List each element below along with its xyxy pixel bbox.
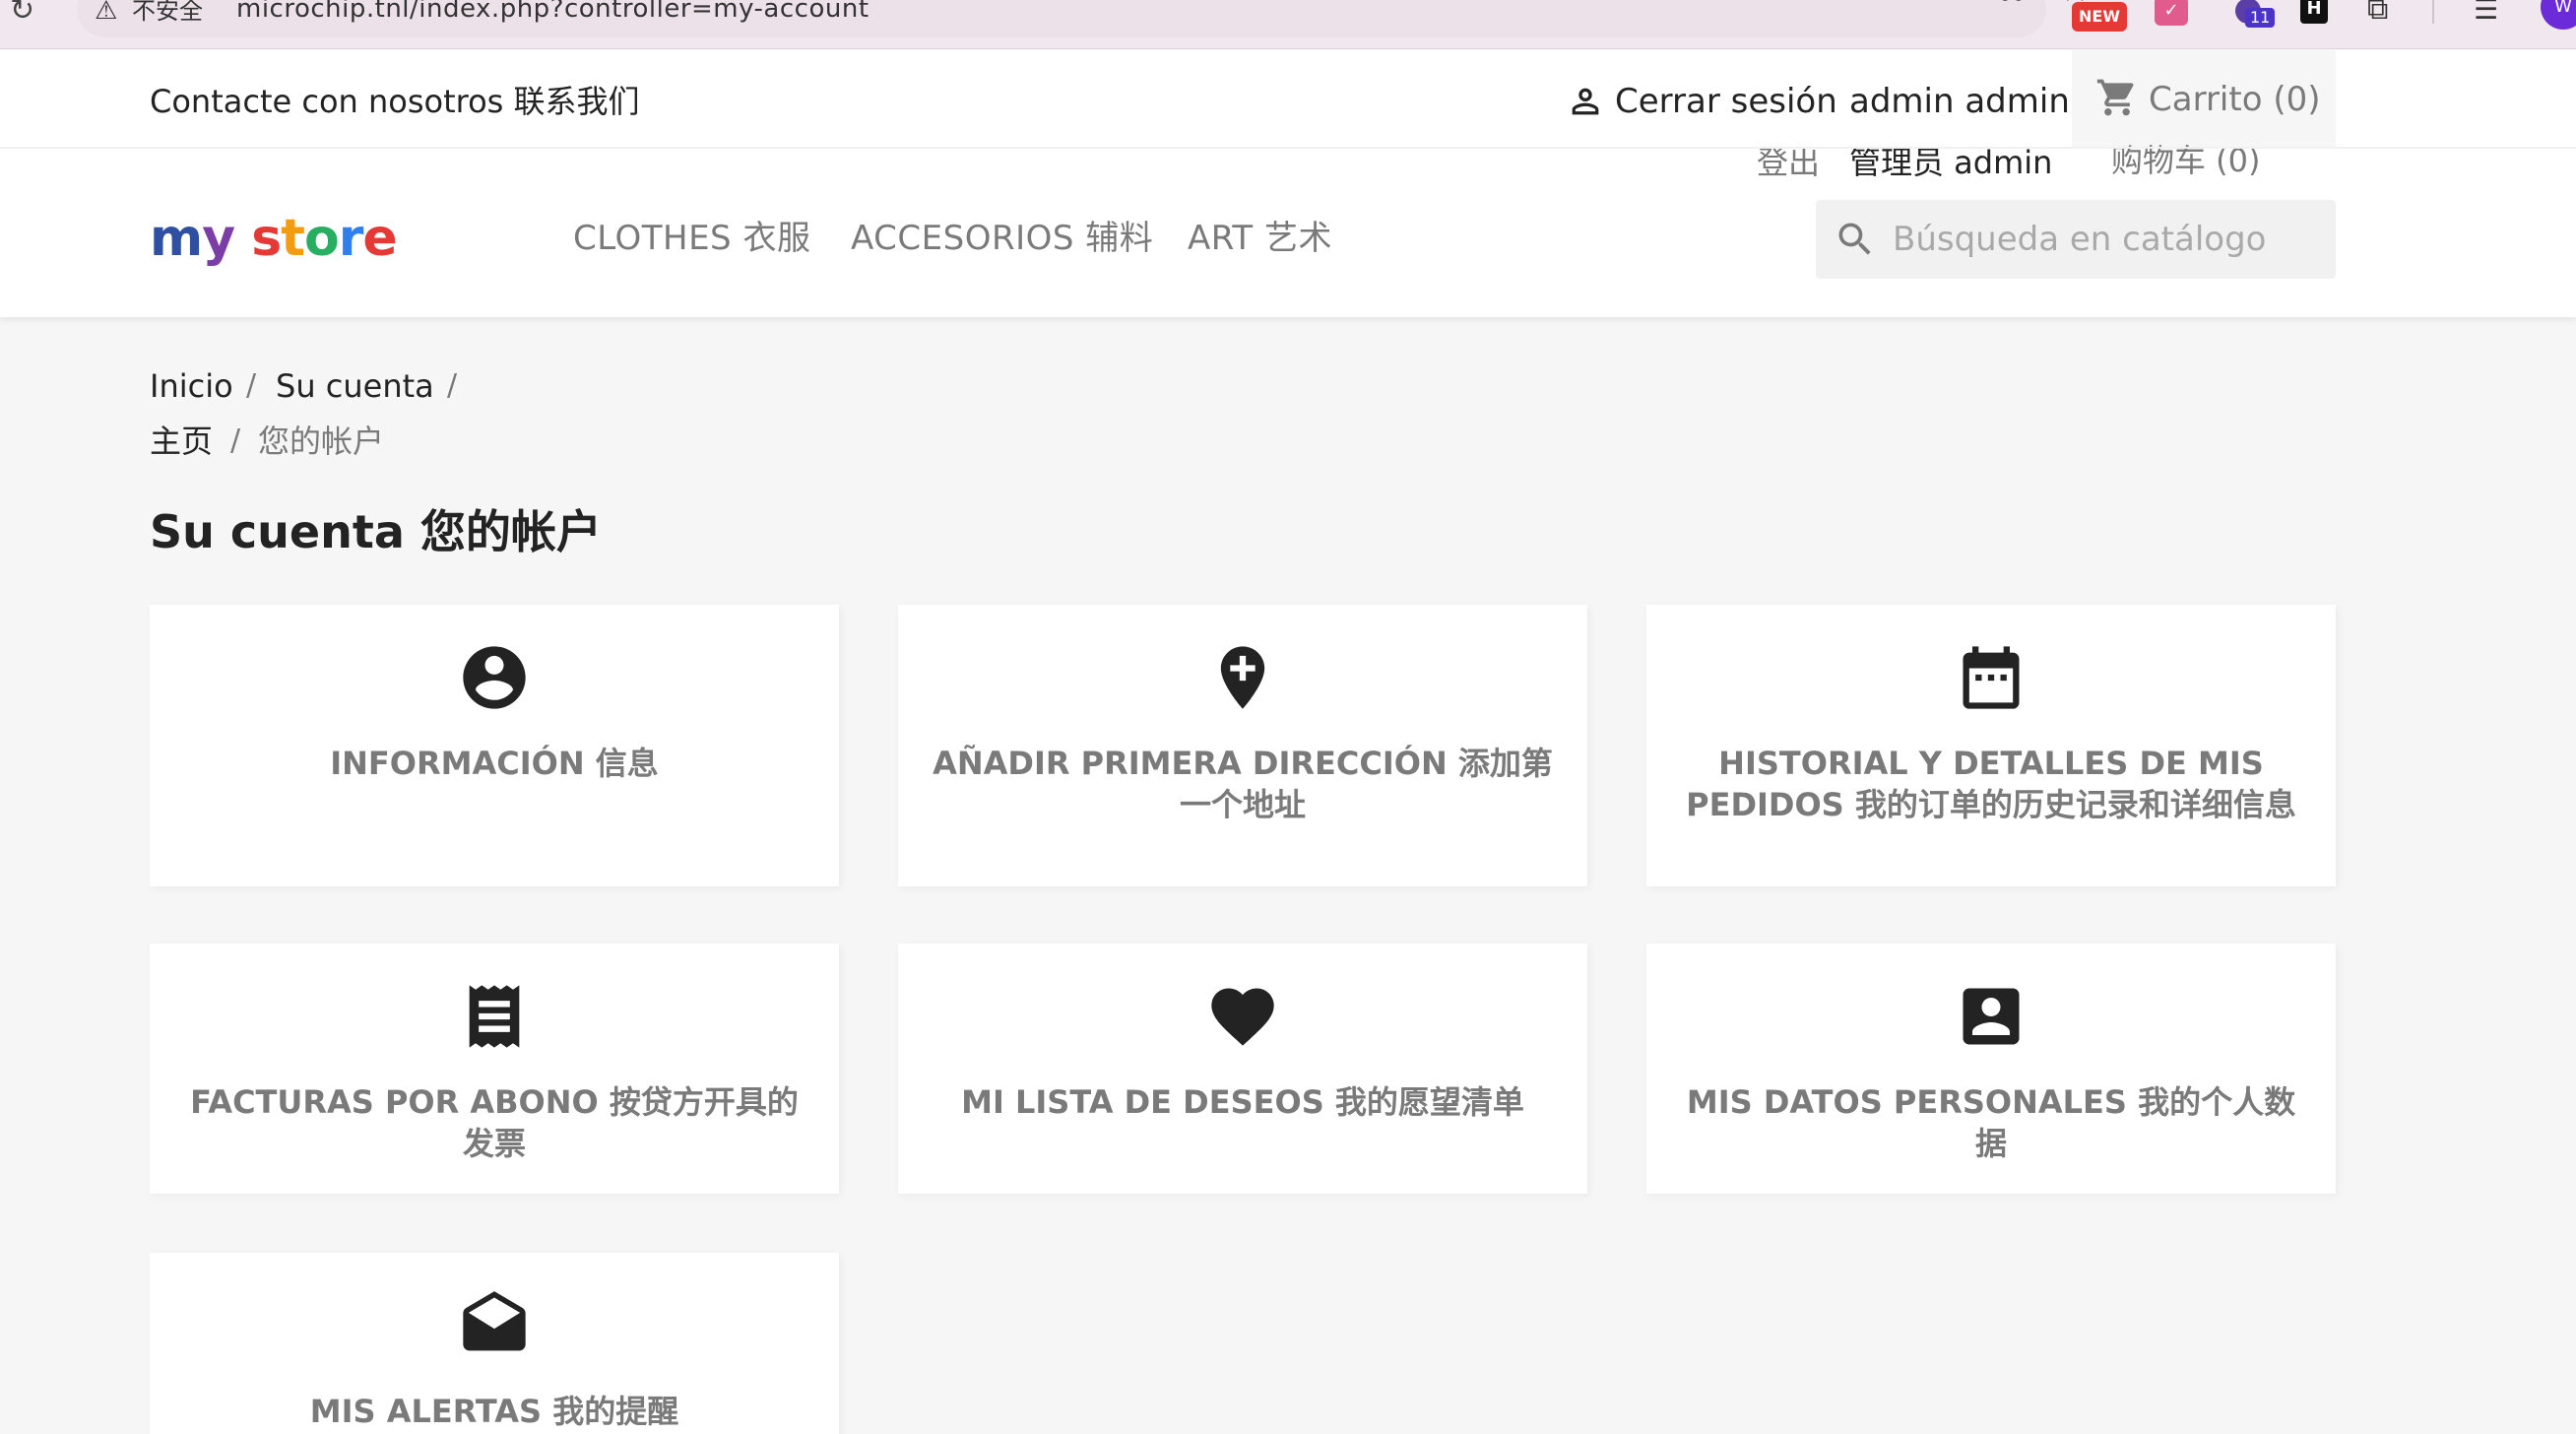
menu-item-art[interactable]: ART 艺术 — [1188, 214, 1332, 263]
account-card-order-history[interactable]: HISTORIAL Y DETALLES DE MIS PEDIDOS 我的订单… — [1646, 605, 2336, 886]
card-label: MIS DATOS PERSONALES 我的个人数据 — [1686, 1083, 2296, 1162]
logout-link[interactable]: Cerrar sesión — [1615, 80, 1837, 123]
account-card-wishlist[interactable]: MI LISTA DE DESEOS 我的愿望清单 — [898, 944, 1587, 1194]
breadcrumb-separator: / — [230, 424, 241, 458]
breadcrumb-home[interactable]: Inicio — [150, 364, 233, 408]
contact-link[interactable]: Contacte con nosotros 联系我们 — [150, 80, 640, 123]
account-card-credit-slips[interactable]: FACTURAS POR ABONO 按贷方开具的发票 — [150, 944, 839, 1194]
extension-badge-count: 11 — [2245, 8, 2276, 28]
browser-toolbar: ↻ ⚠ 不安全 microchip.tnl/index.php?controll… — [0, 0, 2576, 49]
cart-translation: 购物车 (0) — [2111, 142, 2261, 179]
translate-icon[interactable]: ⌘ — [1997, 0, 2027, 9]
toolbar-divider — [2432, 0, 2434, 24]
search-input[interactable] — [1893, 210, 2326, 269]
breadcrumb-separator: / — [447, 368, 458, 403]
account-box-icon — [1963, 988, 2020, 1045]
shopping-cart-icon — [2096, 79, 2134, 116]
menu-item-clothes[interactable]: CLOTHES 衣服 — [573, 214, 810, 263]
url-text[interactable]: microchip.tnl/index.php?controller=my-ac… — [236, 0, 869, 24]
account-circle-icon — [463, 646, 526, 709]
profile-avatar[interactable]: W — [2541, 0, 2576, 30]
card-label: MI LISTA DE DESEOS 我的愿望清单 — [961, 1083, 1524, 1121]
menu-item-accessories[interactable]: ACCESORIOS 辅料 — [851, 214, 1153, 263]
address-bar[interactable]: ⚠ 不安全 microchip.tnl/index.php?controller… — [77, 0, 2090, 37]
breadcrumb-separator: / — [246, 368, 257, 403]
search-widget — [1816, 200, 2336, 279]
receipt-icon — [469, 985, 520, 1048]
not-secure-label[interactable]: 不安全 — [132, 0, 203, 26]
extension-badge-icon[interactable]: 11 — [2229, 0, 2276, 33]
reading-list-icon[interactable]: ☰ — [2474, 0, 2498, 28]
search-icon[interactable] — [1834, 218, 1877, 261]
breadcrumb-account[interactable]: Su cuenta — [276, 364, 434, 408]
page-title: Su cuenta 您的帐户 — [150, 505, 602, 558]
calendar-icon — [1963, 646, 2020, 709]
card-label: AÑADIR PRIMERA DIRECCIÓN 添加第一个地址 — [933, 745, 1553, 823]
warning-icon: ⚠ — [95, 0, 118, 26]
cart-button[interactable]: Carrito (0) — [2072, 50, 2336, 147]
extensions-puzzle-icon[interactable]: ⧉ — [2367, 0, 2388, 28]
heart-icon — [1211, 988, 1274, 1046]
user-icon[interactable] — [1566, 82, 1605, 121]
card-label: MIS ALERTAS 我的提醒 — [309, 1393, 679, 1430]
card-label: INFORMACIÓN 信息 — [330, 745, 659, 782]
store-logo[interactable]: my store — [150, 204, 398, 273]
extension-h-icon[interactable]: H — [2300, 0, 2328, 24]
extension-new-icon[interactable]: NEW — [2072, 2, 2127, 32]
cart-label: Carrito (0) — [2149, 80, 2321, 119]
add-location-icon — [1220, 646, 1265, 709]
account-card-personal-data[interactable]: MIS DATOS PERSONALES 我的个人数据 — [1646, 944, 2336, 1194]
header-divider — [0, 147, 2576, 149]
reload-icon[interactable]: ↻ — [10, 0, 45, 32]
breadcrumb-home-translation[interactable]: 主页 — [150, 420, 213, 463]
extension-check-icon[interactable]: ✓ — [2155, 0, 2188, 26]
card-label: FACTURAS POR ABONO 按贷方开具的发票 — [190, 1083, 799, 1162]
site-header: Contacte con nosotros 联系我们 Cerrar sesión… — [0, 50, 2576, 317]
account-link[interactable]: admin admin — [1849, 80, 2070, 123]
account-card-information[interactable]: INFORMACIÓN 信息 — [150, 605, 839, 886]
breadcrumb-account-translation: 您的帐户 — [258, 423, 385, 460]
card-label: HISTORIAL Y DETALLES DE MIS PEDIDOS 我的订单… — [1686, 745, 2296, 823]
mail-open-icon — [463, 1291, 526, 1351]
account-card-alerts[interactable]: MIS ALERTAS 我的提醒 — [150, 1253, 839, 1434]
account-card-add-address[interactable]: AÑADIR PRIMERA DIRECCIÓN 添加第一个地址 — [898, 605, 1587, 886]
